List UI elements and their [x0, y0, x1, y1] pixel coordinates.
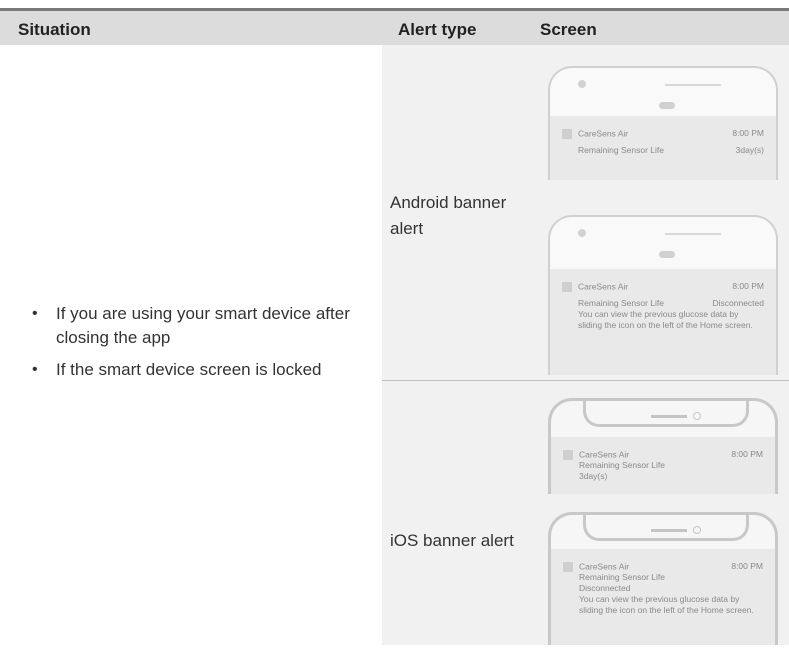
notification-message: You can view the previous glucose data b… [579, 594, 754, 616]
table-header: Situation Alert type Screen [0, 8, 789, 45]
speaker-icon [651, 529, 687, 532]
app-icon [562, 128, 572, 139]
speaker-icon [651, 415, 687, 418]
notification-message: You can view the previous glucose data b… [578, 309, 753, 331]
header-situation: Situation [18, 20, 91, 39]
android-phone-mockup: CareSens Air 8:00 PM Remaining Sensor Li… [548, 66, 778, 180]
notification-label: Remaining Sensor Life [579, 572, 665, 583]
camera-icon [578, 229, 586, 237]
notification-value: 3day(s) [579, 471, 608, 482]
camera-icon [693, 412, 701, 420]
notification-banner: CareSens Air 8:00 PM Remaining Sensor Li… [551, 549, 775, 645]
notification-app-name: CareSens Air [578, 281, 629, 292]
sensor-icon [659, 251, 675, 258]
notification-value: Disconnected [712, 298, 764, 309]
header-alert-type: Alert type [398, 20, 477, 39]
speaker-icon [665, 233, 721, 235]
notification-label: Remaining Sensor Life [579, 460, 665, 471]
header-screen: Screen [540, 20, 597, 39]
situation-text: If the smart device screen is locked [56, 360, 322, 379]
ios-phone-mockup: CareSens Air 8:00 PM Remaining Sensor Li… [548, 512, 778, 645]
notification-time: 8:00 PM [732, 281, 764, 291]
notification-banner: CareSens Air 8:00 PM Remaining Sensor Li… [550, 116, 776, 180]
notification-label: Remaining Sensor Life [578, 145, 664, 156]
bullet-icon: • [32, 305, 38, 322]
sensor-icon [659, 102, 675, 109]
notch [583, 401, 749, 427]
notification-app-name: CareSens Air [578, 128, 629, 139]
android-phone-mockup: CareSens Air 8:00 PM Remaining Sensor Li… [548, 215, 778, 375]
bullet-icon: • [32, 361, 38, 378]
notification-app-name: CareSens Air [579, 449, 630, 460]
app-icon [563, 449, 573, 460]
situation-text: If you are using your smart device after… [56, 304, 350, 347]
notification-time: 8:00 PM [731, 449, 763, 459]
notification-banner: CareSens Air 8:00 PM Remaining Sensor Li… [551, 437, 775, 494]
app-icon [563, 561, 573, 572]
notification-time: 8:00 PM [732, 128, 764, 138]
notification-banner: CareSens Air 8:00 PM Remaining Sensor Li… [550, 269, 776, 375]
row-divider [382, 380, 789, 381]
speaker-icon [665, 84, 721, 86]
situation-item: • If you are using your smart device aft… [32, 302, 377, 350]
notification-value: Disconnected [579, 583, 631, 594]
app-icon [562, 281, 572, 292]
ios-phone-mockup: CareSens Air 8:00 PM Remaining Sensor Li… [548, 398, 778, 494]
camera-icon [693, 526, 701, 534]
camera-icon [578, 80, 586, 88]
alert-type-ios: iOS banner alert [390, 531, 514, 550]
alert-type-android: Android banner alert [390, 193, 507, 238]
notification-label: Remaining Sensor Life [578, 298, 664, 309]
situation-list: • If you are using your smart device aft… [32, 302, 377, 390]
notification-value: 3day(s) [735, 145, 764, 156]
notification-app-name: CareSens Air [579, 561, 630, 572]
notch [583, 515, 749, 541]
situation-item: • If the smart device screen is locked [32, 358, 377, 382]
notification-time: 8:00 PM [731, 561, 763, 571]
alert-table: Situation Alert type Screen • If you are… [0, 0, 789, 658]
